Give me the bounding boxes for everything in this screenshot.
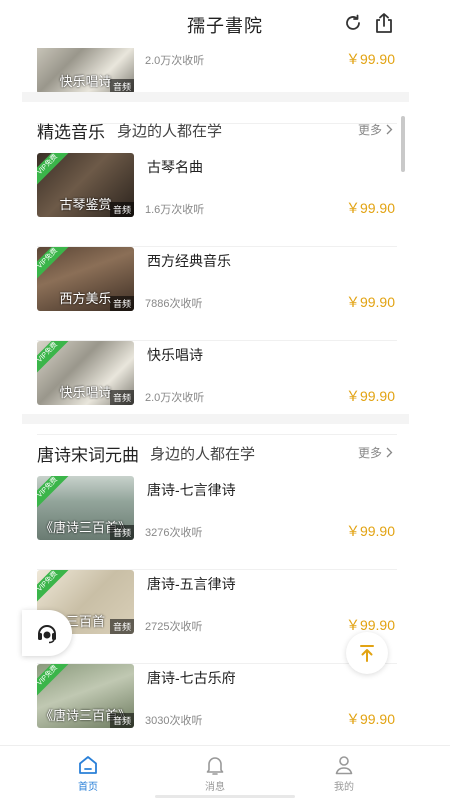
- item-price: ￥99.90: [345, 294, 395, 310]
- share-button[interactable]: [373, 12, 395, 34]
- vip-badge: VIP免费: [37, 341, 70, 375]
- list-item[interactable]: 快乐唱诗 音频 2.0万次收听 ￥99.90: [37, 48, 397, 124]
- item-title: 唐诗-五言律诗: [147, 576, 236, 592]
- section-divider: [22, 414, 409, 424]
- more-label: 更多: [357, 123, 382, 137]
- section-header: 精选音乐 身边的人都在学 更多: [37, 118, 397, 142]
- item-thumbnail: VIP免费 古琴鉴赏 音频: [37, 153, 134, 217]
- item-title: 古琴名曲: [147, 159, 203, 175]
- item-thumbnail: 快乐唱诗 音频: [37, 48, 134, 94]
- more-label: 更多: [357, 446, 382, 460]
- play-count: 2725次收听: [145, 621, 203, 633]
- arrow-up-icon: [360, 645, 374, 662]
- item-thumbnail: VIP免费 《唐诗三百首》 音频: [37, 664, 134, 728]
- item-title: 唐诗-七古乐府: [147, 670, 236, 686]
- audio-tag: 音频: [109, 202, 134, 217]
- audio-tag: 音频: [109, 525, 134, 540]
- vip-badge: VIP免费: [37, 664, 70, 698]
- audio-tag: 音频: [109, 390, 134, 405]
- tab-label: 消息: [205, 782, 225, 793]
- item-title: 快乐唱诗: [147, 347, 203, 363]
- section-subtitle: 身边的人都在学: [150, 446, 256, 463]
- more-link[interactable]: 更多: [358, 121, 393, 138]
- vip-badge: VIP免费: [37, 570, 70, 604]
- chevron-right-icon: [386, 124, 393, 135]
- item-title: 唐诗-七言律诗: [147, 482, 236, 498]
- list-item[interactable]: VIP免费 古琴鉴赏 音频 古琴名曲 1.6万次收听 ￥99.90: [37, 153, 397, 247]
- list-item[interactable]: VIP免费 三百首 音频 唐诗-五言律诗 2725次收听 ￥99.90: [37, 570, 397, 664]
- tab-messages[interactable]: 消息: [175, 754, 255, 793]
- audio-tag: 音频: [109, 713, 134, 728]
- play-count: 2.0万次收听: [145, 55, 205, 67]
- play-count: 2.0万次收听: [145, 392, 205, 404]
- chevron-right-icon: [386, 447, 393, 458]
- back-to-top-button[interactable]: [346, 632, 388, 674]
- item-price: ￥99.90: [345, 51, 395, 67]
- item-price: ￥99.90: [345, 388, 395, 404]
- headset-icon: [38, 625, 56, 644]
- scrollbar[interactable]: [401, 116, 405, 172]
- home-icon: [79, 756, 97, 774]
- list-item[interactable]: VIP免费 《唐诗三百首》 音频 唐诗-七言律诗 3276次收听 ￥99.90: [37, 476, 397, 570]
- audio-tag: 音频: [109, 619, 134, 634]
- section-title: 唐诗宋词元曲: [37, 446, 139, 465]
- item-price: ￥99.90: [345, 711, 395, 727]
- app-header: 孺子書院: [0, 0, 450, 48]
- bell-icon: [206, 757, 224, 775]
- section-subtitle: 身边的人都在学: [117, 123, 223, 140]
- vip-badge: VIP免费: [37, 247, 70, 281]
- item-title: 西方经典音乐: [147, 253, 231, 269]
- play-count: 7886次收听: [145, 298, 203, 310]
- customer-service-button[interactable]: [22, 610, 72, 656]
- play-count: 1.6万次收听: [145, 204, 205, 216]
- item-price: ￥99.90: [345, 200, 395, 216]
- section-title: 精选音乐: [37, 123, 105, 142]
- play-count: 3276次收听: [145, 527, 203, 539]
- refresh-button[interactable]: [342, 12, 364, 34]
- user-icon: [335, 756, 353, 775]
- tab-label: 我的: [334, 782, 354, 793]
- audio-tag: 音频: [109, 296, 134, 311]
- tab-label: 首页: [78, 782, 98, 793]
- item-thumbnail: VIP免费 《唐诗三百首》 音频: [37, 476, 134, 540]
- vip-badge: VIP免费: [37, 153, 70, 187]
- item-price: ￥99.90: [345, 523, 395, 539]
- tab-home[interactable]: 首页: [48, 754, 128, 793]
- section-header: 唐诗宋词元曲 身边的人都在学 更多: [37, 441, 397, 465]
- share-icon: [376, 13, 392, 33]
- tab-profile[interactable]: 我的: [304, 754, 384, 793]
- vip-badge: VIP免费: [37, 476, 70, 510]
- home-indicator: [155, 795, 295, 798]
- item-thumbnail: VIP免费 西方美乐 音频: [37, 247, 134, 311]
- more-link[interactable]: 更多: [358, 444, 393, 461]
- bottom-tab-bar: 首页 消息 我的: [0, 745, 450, 800]
- section-divider: [22, 92, 409, 102]
- item-thumbnail: VIP免费 快乐唱诗 音频: [37, 341, 134, 405]
- list-item[interactable]: VIP免费 西方美乐 音频 西方经典音乐 7886次收听 ￥99.90: [37, 247, 397, 341]
- refresh-icon: [346, 14, 360, 30]
- list-item[interactable]: VIP免费 《唐诗三百首》 音频 唐诗-七古乐府 3030次收听 ￥99.90: [37, 664, 397, 745]
- play-count: 3030次收听: [145, 715, 203, 727]
